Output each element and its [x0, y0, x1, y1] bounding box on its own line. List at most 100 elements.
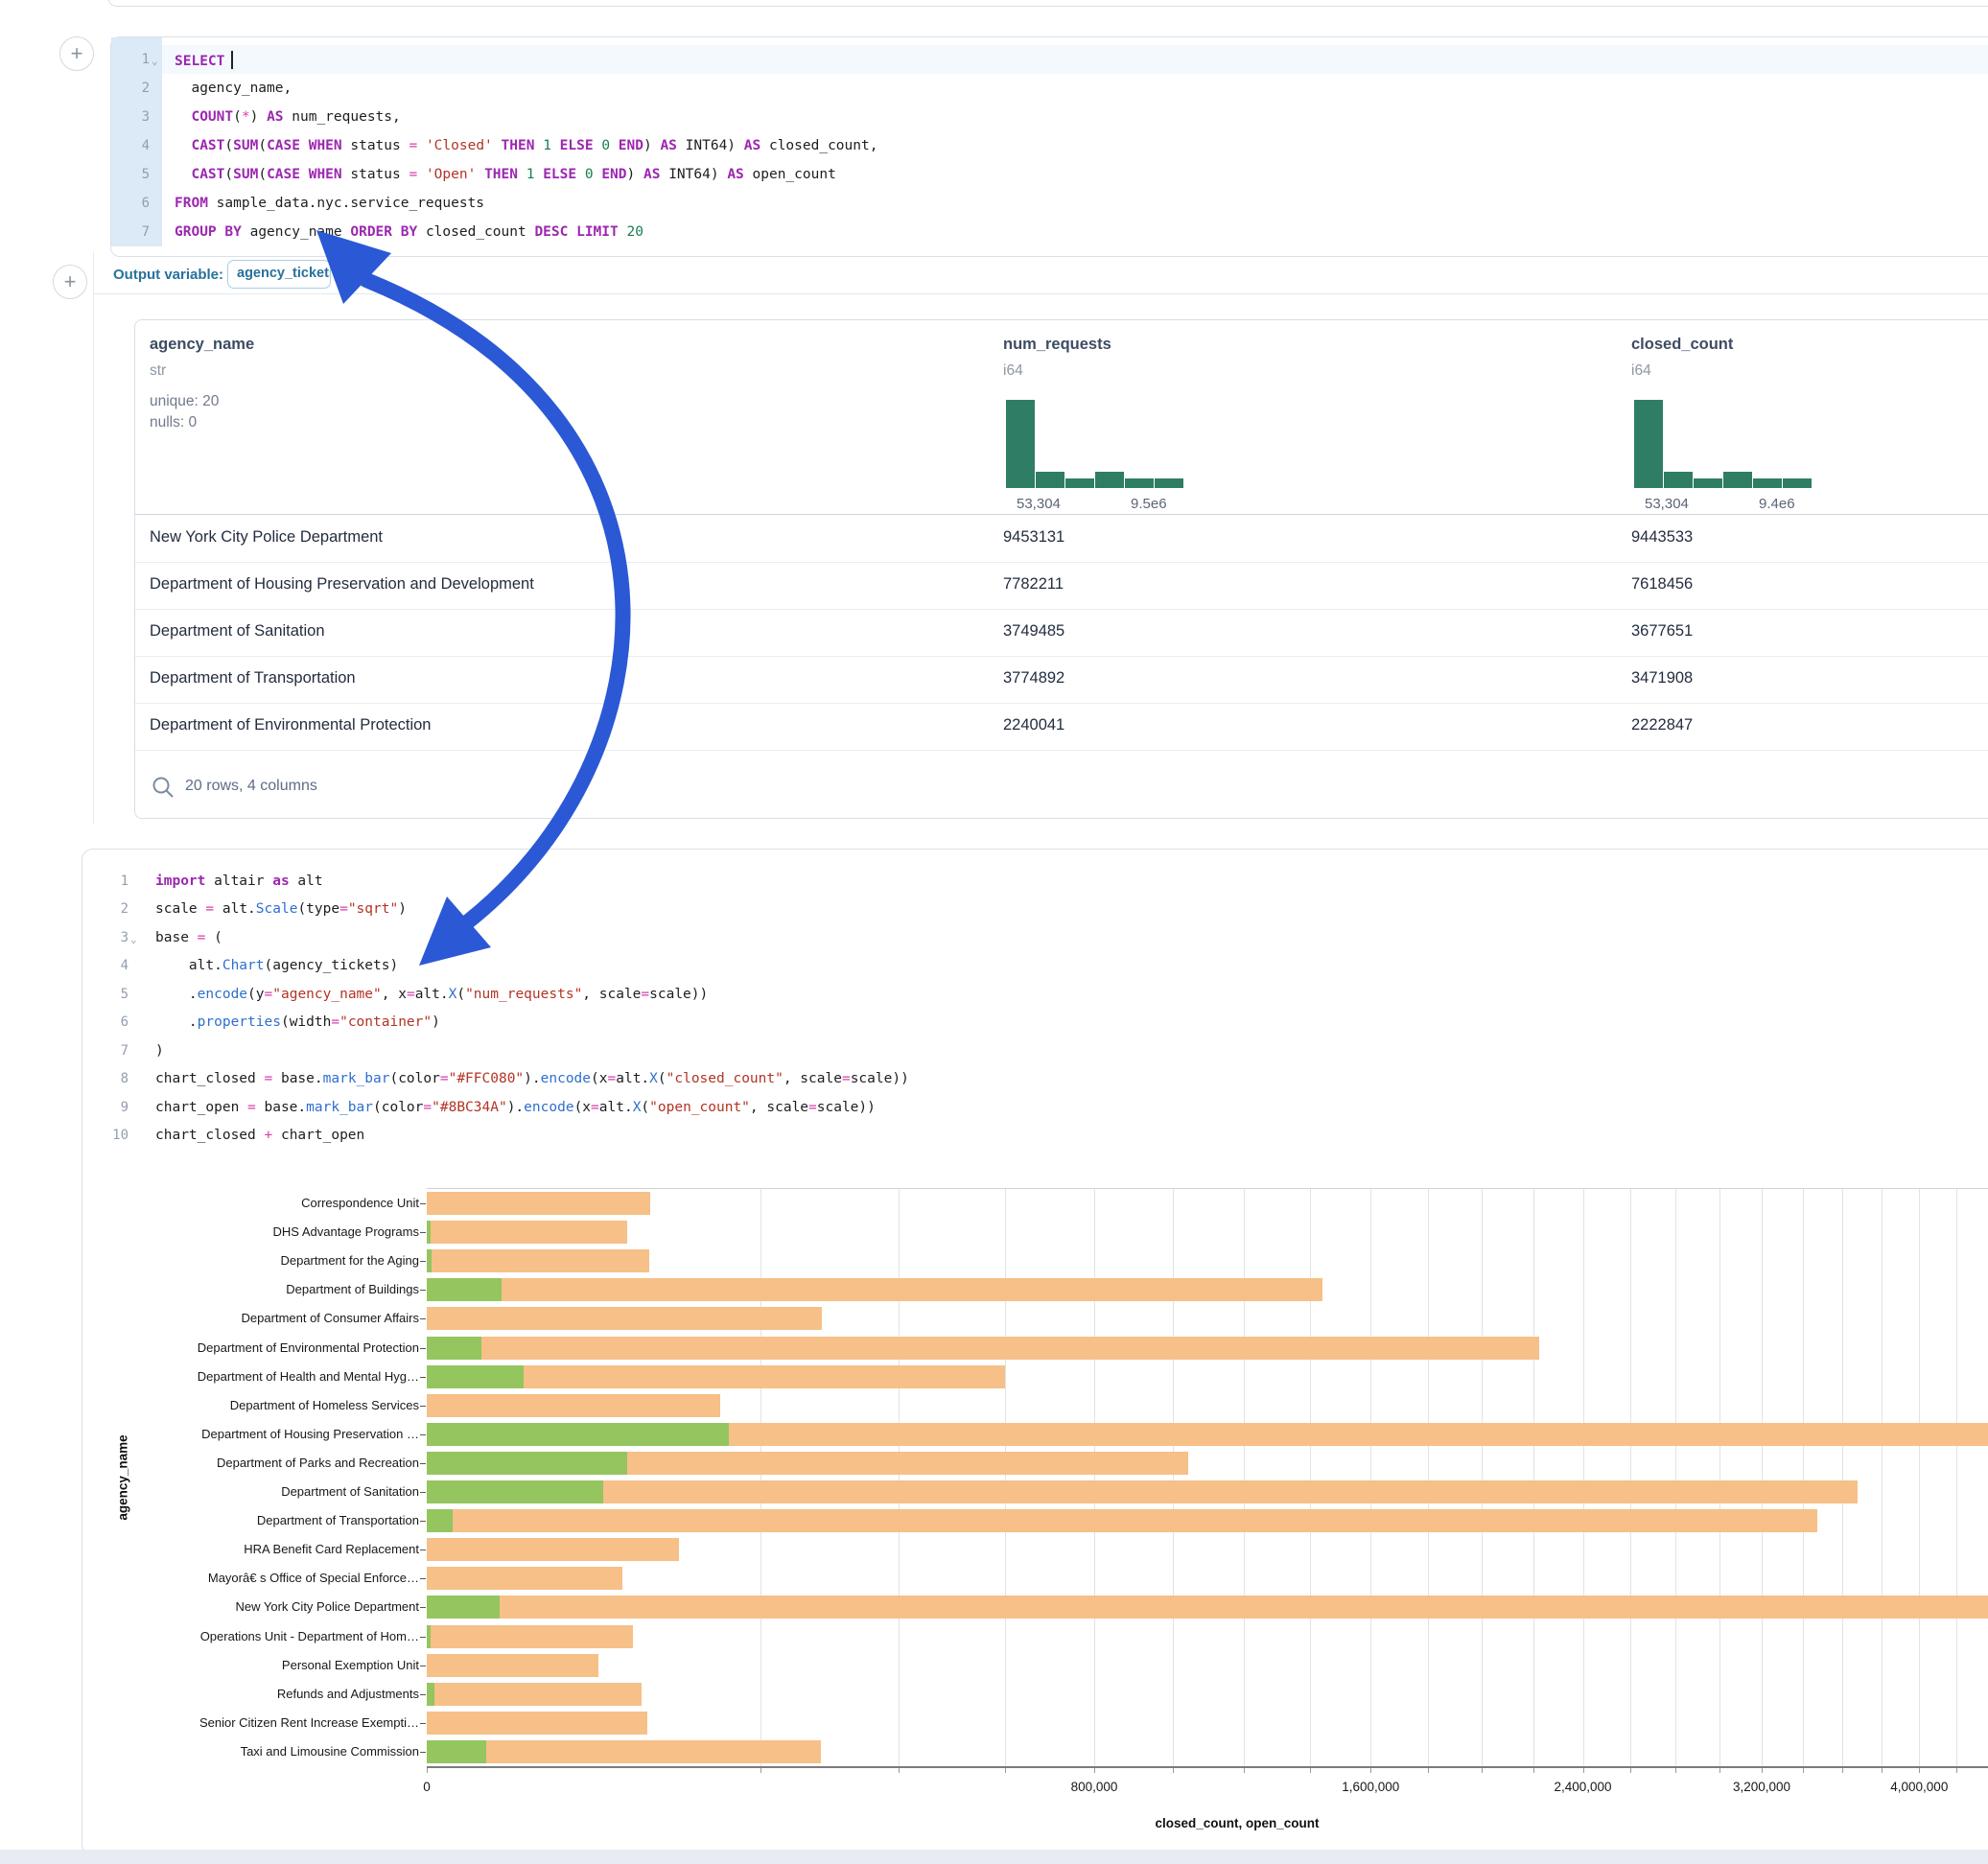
sql-editor[interactable]: 1⌄SELECT2 agency_name,3 COUNT(*) AS num_… — [111, 37, 1988, 246]
output-variable-chip[interactable]: agency_tickets — [227, 260, 331, 289]
table-cell: 9443533 — [1631, 528, 1693, 547]
line-number: 5 — [82, 987, 143, 1002]
add-cell-button-top[interactable]: + — [59, 36, 94, 71]
section-divider — [93, 293, 1988, 294]
table-cell: Department of Environmental Protection — [150, 716, 431, 734]
histogram-min-label: 53,304 — [1017, 496, 1061, 512]
histogram-bar — [1723, 472, 1752, 488]
column-histogram — [1634, 400, 1813, 488]
code-text: .encode(y="agency_name", x=alt.X("num_re… — [143, 987, 708, 1002]
sql-code-line[interactable]: 5 CAST(SUM(CASE WHEN status = 'Open' THE… — [111, 160, 1988, 189]
code-text: alt.Chart(agency_tickets) — [143, 958, 398, 973]
python-code-line[interactable]: 5 .encode(y="agency_name", x=alt.X("num_… — [82, 980, 1988, 1009]
column-histogram — [1006, 400, 1185, 488]
next-cell-area — [0, 1850, 1988, 1864]
code-text: base = ( — [143, 930, 222, 945]
add-cell-button-output[interactable]: + — [53, 265, 87, 299]
table-cell: 7618456 — [1631, 575, 1693, 594]
histogram-bar — [1634, 400, 1663, 488]
python-code-line[interactable]: 2scale = alt.Scale(type="sqrt") — [82, 896, 1988, 924]
histogram-bar — [1125, 478, 1154, 488]
chevron-down-icon[interactable]: ⌄ — [130, 933, 137, 945]
column-type: i64 — [1003, 362, 1023, 380]
table-cell: 3774892 — [1003, 669, 1064, 687]
line-number: 1 — [82, 874, 143, 889]
code-text: CAST(SUM(CASE WHEN status = 'Closed' THE… — [162, 138, 877, 153]
table-cell: New York City Police Department — [150, 528, 383, 547]
results-table: 20 rows, 4 columns agency_namestrunique:… — [134, 319, 1988, 819]
table-cell: Department of Housing Preservation and D… — [150, 575, 534, 594]
cell-guide-line — [93, 251, 94, 825]
python-code-line[interactable]: 1import altair as alt — [82, 867, 1988, 896]
python-code-line[interactable]: 7) — [82, 1037, 1988, 1065]
sql-code-line[interactable]: 1⌄SELECT — [111, 45, 1988, 74]
text-cursor — [231, 51, 233, 69]
histogram-bar — [1664, 472, 1693, 488]
python-editor[interactable]: 1import altair as alt2scale = alt.Scale(… — [82, 850, 1988, 1150]
python-code-line[interactable]: 10chart_closed + chart_open — [82, 1122, 1988, 1151]
histogram-bar — [1065, 478, 1094, 488]
line-number: 4 — [82, 958, 143, 973]
table-cell: 3677651 — [1631, 622, 1693, 641]
histogram-bar — [1783, 478, 1812, 488]
code-text: chart_closed = base.mark_bar(color="#FFC… — [143, 1071, 909, 1086]
code-text: import altair as alt — [143, 874, 323, 889]
python-code-line[interactable]: 9chart_open = base.mark_bar(color="#8BC3… — [82, 1093, 1988, 1122]
line-number: 3⌄ — [82, 930, 143, 945]
python-code-line[interactable]: 4 alt.Chart(agency_tickets) — [82, 952, 1988, 981]
sql-cell: 1⌄SELECT2 agency_name,3 COUNT(*) AS num_… — [110, 36, 1988, 257]
line-number: 6 — [82, 1014, 143, 1030]
column-header[interactable]: agency_name — [150, 336, 254, 354]
line-number: 6 — [111, 196, 162, 211]
code-text: chart_closed + chart_open — [143, 1128, 364, 1143]
table-row[interactable]: Department of Housing Preservation and D… — [135, 562, 1988, 610]
histogram-max-label: 9.4e6 — [1759, 496, 1795, 512]
column-header[interactable]: closed_count — [1631, 336, 1733, 354]
column-stat: unique: 20 — [150, 393, 219, 410]
code-text: COUNT(*) AS num_requests, — [162, 109, 401, 125]
column-header[interactable]: num_requests — [1003, 336, 1111, 354]
sql-code-line[interactable]: 4 CAST(SUM(CASE WHEN status = 'Closed' T… — [111, 131, 1988, 160]
table-row[interactable]: Department of Sanitation 3749485 3677651 — [135, 609, 1988, 657]
table-row-count: 20 rows, 4 columns — [185, 778, 317, 795]
python-code-line[interactable]: 8chart_closed = base.mark_bar(color="#FF… — [82, 1065, 1988, 1094]
search-icon[interactable] — [151, 775, 175, 800]
table-row[interactable]: Department of Transportation377489234719… — [135, 656, 1988, 704]
table-row[interactable]: Department of Environmental Protection 22… — [135, 703, 1988, 751]
line-number: 10 — [82, 1128, 143, 1143]
table-cell: Department of Transportation — [150, 669, 356, 687]
code-text: FROM sample_data.nyc.service_requests — [162, 196, 484, 211]
sql-code-line[interactable]: 3 COUNT(*) AS num_requests, — [111, 103, 1988, 131]
line-number: 7 — [82, 1043, 143, 1059]
code-text: CAST(SUM(CASE WHEN status = 'Open' THEN … — [162, 167, 836, 182]
python-code-line[interactable]: 6 .properties(width="container") — [82, 1009, 1988, 1037]
histogram-bar — [1036, 472, 1064, 488]
line-number: 5 — [111, 167, 162, 182]
previous-cell-edge — [107, 0, 1988, 7]
table-cell: 2222847 — [1631, 716, 1693, 734]
code-text: .properties(width="container") — [143, 1014, 440, 1030]
code-text: chart_open = base.mark_bar(color="#8BC34… — [143, 1100, 876, 1115]
histogram-max-label: 9.5e6 — [1131, 496, 1167, 512]
column-type: i64 — [1631, 362, 1651, 380]
histogram-bar — [1694, 478, 1722, 488]
line-number: 7 — [111, 224, 162, 240]
table-cell: 9453131 — [1003, 528, 1064, 547]
histogram-bar — [1095, 472, 1124, 488]
sql-code-line[interactable]: 2 agency_name, — [111, 74, 1988, 103]
code-text: scale = alt.Scale(type="sqrt") — [143, 901, 407, 917]
sql-code-line[interactable]: 6FROM sample_data.nyc.service_requests — [111, 189, 1988, 218]
sql-code-line[interactable]: 7GROUP BY agency_name ORDER BY closed_co… — [111, 218, 1988, 246]
table-cell: 7782211 — [1003, 575, 1064, 594]
line-number: 2 — [82, 901, 143, 917]
python-code-line[interactable]: 3⌄base = ( — [82, 923, 1988, 952]
chevron-down-icon[interactable]: ⌄ — [152, 55, 158, 67]
output-variable-label: Output variable: — [113, 267, 223, 283]
table-row[interactable]: New York City Police Department 9453131 94… — [135, 515, 1988, 563]
table-cell: Department of Sanitation — [150, 622, 325, 641]
line-number: 8 — [82, 1071, 143, 1086]
table-cell: 3749485 — [1003, 622, 1064, 641]
notebook-canvas: + + 1⌄SELECT2 agency_name,3 COUNT(*) AS … — [0, 0, 1988, 1864]
table-footer: 20 rows, 4 columns — [135, 758, 1988, 818]
line-number: 1⌄ — [111, 52, 162, 67]
